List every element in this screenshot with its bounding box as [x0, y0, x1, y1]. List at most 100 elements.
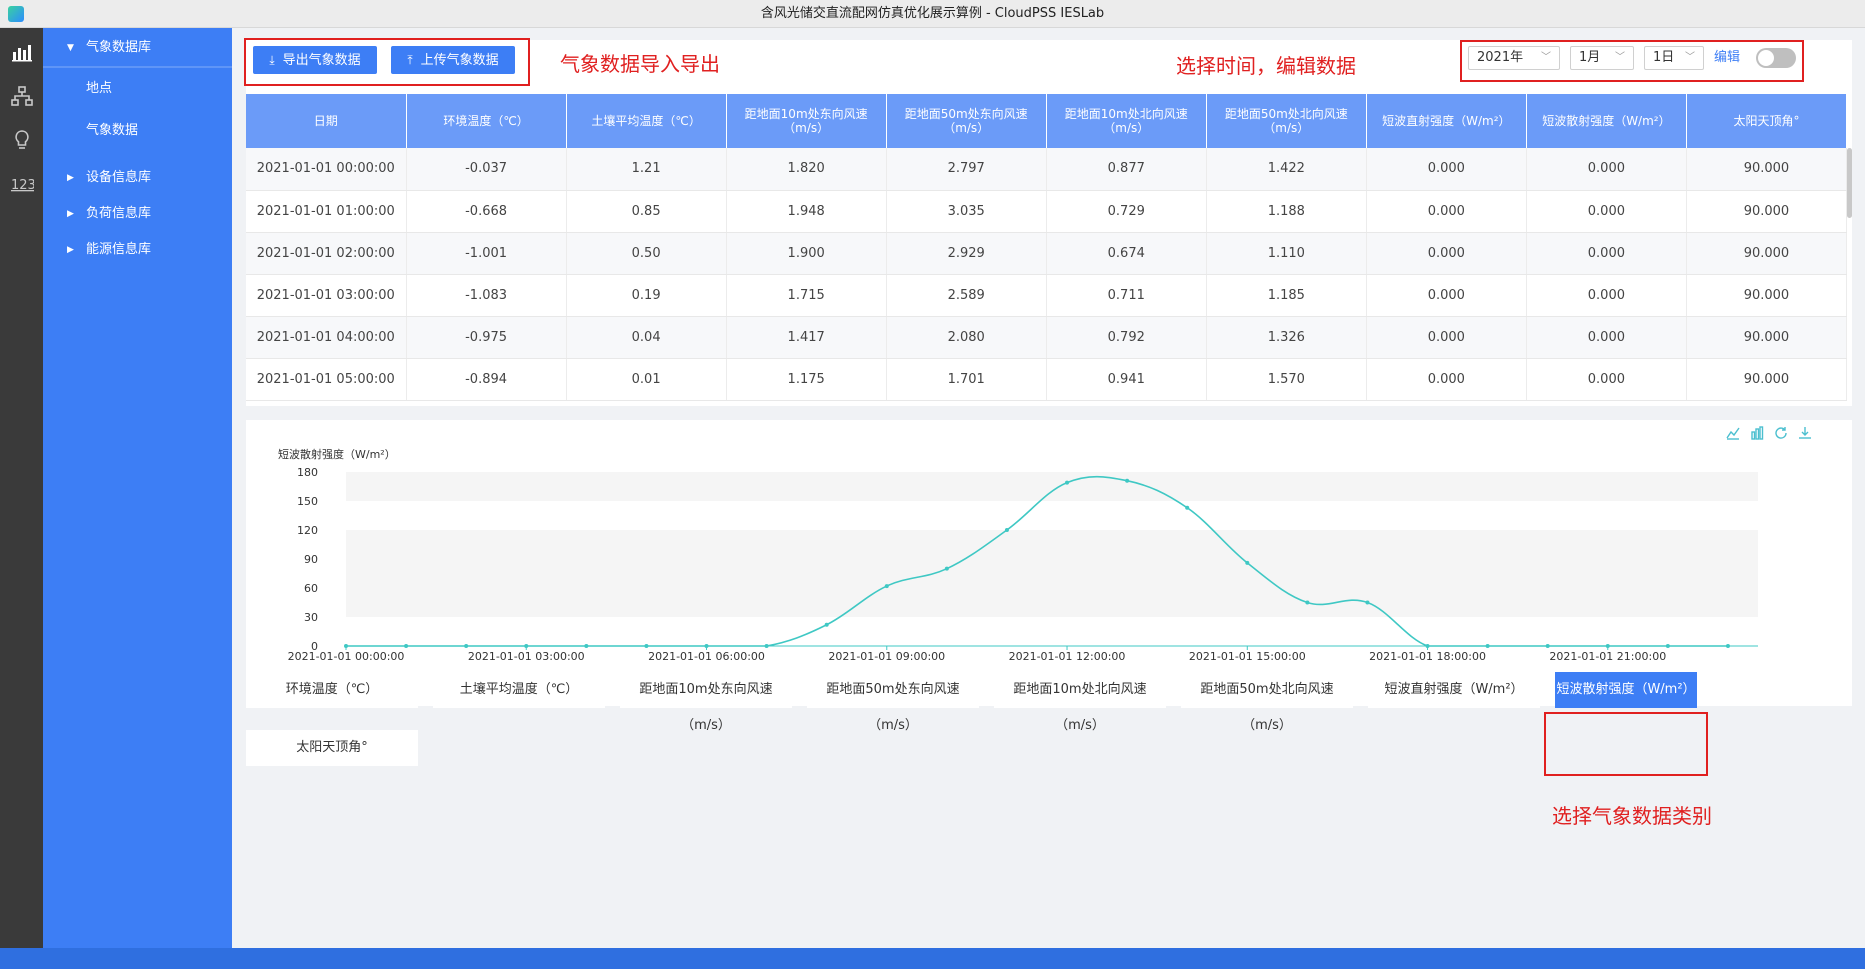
icon-bar: 123	[0, 28, 43, 948]
table-cell: 1.701	[886, 358, 1047, 401]
table-cell: 0.01	[566, 358, 727, 401]
table-cell: 2021-01-01 02:00:00	[246, 232, 407, 275]
table-cell: 2021-01-01 00:00:00	[246, 148, 407, 191]
table-header: 太阳天顶角°	[1686, 94, 1848, 148]
table-cell: 0.674	[1046, 232, 1207, 275]
table-cell: 1.110	[1206, 232, 1367, 275]
table-cell: 0.941	[1046, 358, 1207, 401]
sidebar: ▼ 气象数据库 地点 气象数据 ▶ 设备信息库 ▶ 负荷信息库 ▶ 能源信息库	[43, 28, 232, 948]
sidebar-group-load-db[interactable]: ▶ 负荷信息库	[43, 196, 232, 232]
x-tick-label: 2021-01-01 00:00:00	[288, 650, 405, 663]
table-cell: 1.422	[1206, 148, 1367, 191]
table-cell: 1.820	[726, 148, 887, 191]
table-cell: 90.000	[1686, 274, 1848, 317]
table-header: 日期	[246, 94, 407, 148]
table-scrollbar[interactable]	[1847, 148, 1852, 218]
table-cell: 0.000	[1526, 148, 1687, 191]
annotation-box-io	[244, 38, 530, 86]
data-point[interactable]	[704, 644, 709, 648]
category-button[interactable]: 距地面50m处北向风速（m/s）	[1181, 672, 1353, 733]
data-point[interactable]	[1065, 480, 1070, 485]
grid-band	[346, 501, 1758, 530]
table-cell: 1.570	[1206, 358, 1367, 401]
data-point[interactable]	[404, 644, 409, 648]
table-header-row: 日期 环境温度（℃） 土壤平均温度（℃） 距地面10m处东向风速（m/s） 距地…	[246, 94, 1848, 148]
category-button[interactable]: 短波散射强度（W/m²）	[1555, 672, 1697, 708]
data-point[interactable]	[464, 644, 469, 648]
x-tick-label: 2021-01-01 18:00:00	[1369, 650, 1486, 663]
sidebar-group-weather-db[interactable]: ▼ 气象数据库	[43, 30, 232, 66]
sidebar-group-energy-db[interactable]: ▶ 能源信息库	[43, 232, 232, 268]
data-point[interactable]	[1485, 644, 1490, 648]
data-point[interactable]	[1004, 528, 1009, 532]
table-row[interactable]: 2021-01-01 02:00:00 -1.001 0.50 1.900 2.929 0…	[246, 232, 1848, 275]
sidebar-item-location[interactable]: 地点	[43, 68, 232, 110]
table-cell: 0.85	[566, 190, 727, 233]
category-button[interactable]: 土壤平均温度（℃）	[433, 672, 605, 708]
table-cell: 0.000	[1366, 232, 1527, 275]
bar-chart-icon[interactable]	[1750, 426, 1764, 444]
data-point[interactable]	[1245, 560, 1250, 565]
tree-icon[interactable]	[0, 76, 43, 116]
category-button[interactable]: 距地面10m处东向风速（m/s）	[620, 672, 792, 733]
main-content: ⤓ 导出气象数据 ⤒ 上传气象数据 2021年 ﹀ 1月 ﹀ 1日 ﹀ 编辑 气象数据导入…	[232, 28, 1865, 948]
x-tick-label: 2021-01-01 21:00:00	[1549, 650, 1666, 663]
table-row[interactable]: 2021-01-01 05:00:00 -0.894 0.01 1.175 1.701 0…	[246, 358, 1848, 401]
download-icon[interactable]	[1798, 426, 1812, 444]
data-point[interactable]	[944, 566, 949, 571]
data-point[interactable]	[764, 644, 769, 648]
data-point[interactable]	[1125, 478, 1130, 483]
data-point[interactable]	[1725, 644, 1730, 648]
refresh-icon[interactable]	[1774, 426, 1788, 444]
y-tick-label: 30	[304, 611, 318, 624]
table-row[interactable]: 2021-01-01 01:00:00 -0.668 0.85 1.948 3.035 0…	[246, 190, 1848, 233]
chart-icon[interactable]	[0, 32, 43, 72]
data-point[interactable]	[1665, 644, 1670, 648]
category-button[interactable]: 距地面10m处北向风速（m/s）	[994, 672, 1166, 733]
sidebar-item-weather-data[interactable]: 气象数据	[43, 110, 232, 152]
data-point[interactable]	[1305, 600, 1310, 605]
data-point[interactable]	[1545, 644, 1550, 648]
data-point[interactable]	[584, 644, 589, 648]
table-row[interactable]: 2021-01-01 04:00:00 -0.975 0.04 1.417 2.080 0…	[246, 316, 1848, 359]
table-cell: 0.000	[1526, 190, 1687, 233]
numbers-icon[interactable]: 123	[0, 164, 43, 204]
category-button[interactable]: 太阳天顶角°	[246, 730, 418, 766]
table-header: 短波直射强度（W/m²）	[1366, 94, 1527, 148]
category-button[interactable]: 环境温度（℃）	[246, 672, 418, 708]
caret-right-icon: ▶	[67, 173, 74, 183]
data-point[interactable]	[1605, 644, 1610, 648]
x-tick-label: 2021-01-01 09:00:00	[828, 650, 945, 663]
data-point[interactable]	[1425, 644, 1430, 648]
data-point[interactable]	[1365, 600, 1370, 605]
table-cell: 1.715	[726, 274, 887, 317]
data-point[interactable]	[824, 622, 829, 627]
y-tick-label: 120	[297, 524, 318, 537]
data-point[interactable]	[344, 644, 348, 648]
table-cell: 2.589	[886, 274, 1047, 317]
data-point[interactable]	[644, 644, 649, 648]
caret-right-icon: ▶	[67, 245, 74, 255]
category-button[interactable]: 距地面50m处东向风速（m/s）	[807, 672, 979, 733]
data-point[interactable]	[524, 644, 529, 648]
y-tick-label: 150	[297, 495, 318, 508]
table-cell: 0.000	[1526, 316, 1687, 359]
y-tick-label: 60	[304, 582, 318, 595]
table-row[interactable]: 2021-01-01 03:00:00 -1.083 0.19 1.715 2.589 0…	[246, 274, 1848, 317]
table-cell: 90.000	[1686, 232, 1848, 275]
x-tick-label: 2021-01-01 15:00:00	[1189, 650, 1306, 663]
table-cell: 2021-01-01 05:00:00	[246, 358, 407, 401]
data-point[interactable]	[1185, 505, 1190, 510]
table-row[interactable]: 2021-01-01 00:00:00 -0.037 1.21 1.820 2.797 0…	[246, 148, 1848, 191]
data-point[interactable]	[884, 584, 889, 589]
table-cell: 0.000	[1366, 190, 1527, 233]
line-chart-icon[interactable]	[1726, 426, 1740, 444]
category-button[interactable]: 短波直射强度（W/m²）	[1368, 672, 1540, 708]
sidebar-group-device-db[interactable]: ▶ 设备信息库	[43, 160, 232, 196]
chart-toolbox	[1726, 426, 1812, 444]
annotation-time-text: 选择时间，编辑数据	[1176, 54, 1356, 78]
table-cell: 0.000	[1366, 274, 1527, 317]
status-bar	[0, 948, 1865, 969]
bulb-icon[interactable]	[0, 120, 43, 160]
x-tick-label: 2021-01-01 12:00:00	[1009, 650, 1126, 663]
